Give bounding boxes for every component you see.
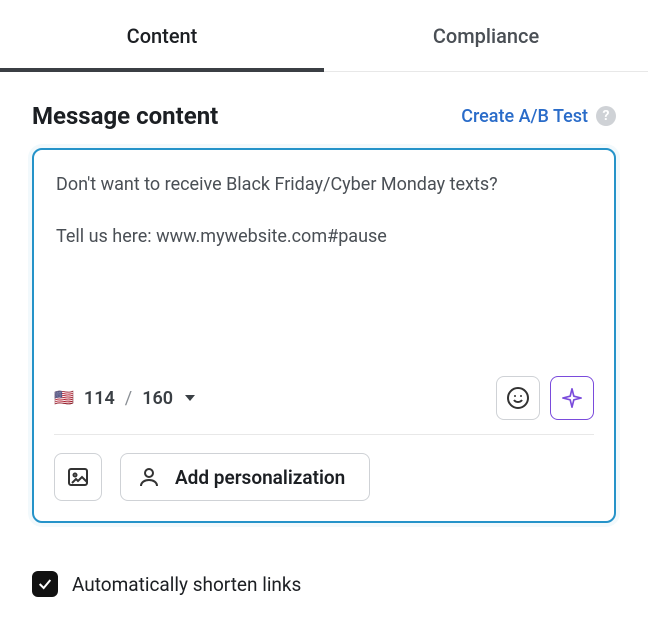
- add-personalization-label: Add personalization: [175, 466, 345, 489]
- add-personalization-button[interactable]: Add personalization: [120, 453, 370, 501]
- message-textarea[interactable]: Don't want to receive Black Friday/Cyber…: [54, 170, 594, 370]
- create-ab-test-link[interactable]: Create A/B Test ?: [461, 106, 616, 127]
- counter-row: 🇺🇸 114 / 160: [54, 370, 594, 435]
- image-icon: [66, 465, 90, 489]
- sparkle-icon: [561, 387, 583, 409]
- char-count-sep: /: [125, 388, 132, 409]
- shorten-links-row: Automatically shorten links: [0, 541, 648, 597]
- shorten-links-label: Automatically shorten links: [72, 573, 301, 596]
- message-editor: Don't want to receive Black Friday/Cyber…: [32, 148, 616, 523]
- page-title: Message content: [32, 102, 218, 130]
- panel-header: Message content Create A/B Test ?: [32, 102, 616, 130]
- add-image-button[interactable]: [54, 453, 102, 501]
- emoji-button[interactable]: [496, 376, 540, 420]
- editor-toolbar-right: [496, 376, 594, 420]
- person-icon: [137, 465, 161, 489]
- create-ab-test-label: Create A/B Test: [461, 106, 588, 127]
- tab-content[interactable]: Content: [0, 0, 324, 71]
- char-count-current: 114: [84, 388, 115, 409]
- tab-compliance[interactable]: Compliance: [324, 0, 648, 71]
- char-count-max: 160: [142, 388, 173, 409]
- editor-actions: Add personalization: [54, 453, 594, 501]
- emoji-icon: [506, 386, 530, 410]
- shorten-links-checkbox[interactable]: [32, 571, 58, 597]
- flag-icon: 🇺🇸: [54, 390, 74, 406]
- help-icon[interactable]: ?: [596, 106, 616, 126]
- tab-bar: Content Compliance: [0, 0, 648, 72]
- chevron-down-icon: [185, 395, 195, 401]
- check-icon: [37, 576, 53, 592]
- ai-sparkle-button[interactable]: [550, 376, 594, 420]
- char-counter[interactable]: 🇺🇸 114 / 160: [54, 388, 195, 409]
- content-panel: Message content Create A/B Test ? Don't …: [0, 72, 648, 541]
